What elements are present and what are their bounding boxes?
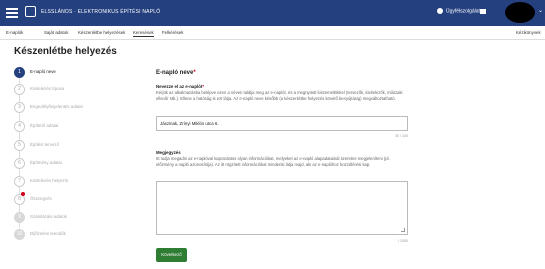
app-logo-icon [25,6,36,17]
step-label: Összegzés [30,196,52,201]
step-label: Engedély/bejelentés adatai [30,104,83,109]
next-button[interactable]: Következő [156,248,187,262]
note-textarea[interactable] [156,181,408,235]
step-label: Kivitelezés típusa [30,86,65,91]
subnav-item-keszenletbe[interactable]: Készenlétbe helyezések [78,30,125,35]
top-bar: ELSSLÁNOS · ELEKTRONIKUS ÉPÍTÉSI NAPLÓ Ü… [0,0,545,26]
step-label: Díjfizetési teendők [30,231,66,236]
subnav-item-enaplok[interactable]: E-naplók [6,30,23,35]
sub-navigation: E-naplók Saját adatok Készenlétbe helyez… [0,26,545,40]
required-marker: * [193,70,196,76]
name-field-help: Kérjük az alkalmazásba belépve ezen a né… [156,90,403,101]
step-number: 1 [14,67,25,78]
warning-icon [21,192,25,196]
subnav-item-felkeresek[interactable]: Felkérések [162,30,183,35]
step-number: 4 [14,121,25,132]
step-label: Kivitelezés helyszín [30,178,69,183]
step-label: E-napló neve [30,69,56,74]
subnav-item-keresesek[interactable]: Keresések [133,30,154,37]
step-label: Építmény adatai [30,160,62,165]
support-label: Ügyfélszolgálat [446,8,480,15]
notification-icon[interactable] [480,9,486,14]
name-field-label: Nevezze el az e-naplót* [156,84,205,89]
step-number: 5 [14,140,25,151]
note-field-label: Megjegyzés [156,150,181,155]
steps-connector [19,78,20,228]
enaplo-name-input[interactable] [156,116,408,131]
step-label: Építési tervező [30,142,60,147]
step-label: Számlázási adatok [30,214,67,219]
app-title[interactable]: ELSSLÁNOS · ELEKTRONIKUS ÉPÍTÉSI NAPLÓ [41,9,160,15]
resize-handle-icon[interactable] [401,228,405,232]
subnav-item-kezikonyvek[interactable]: Kézikönyvek [516,30,541,35]
step-number: 9 [14,212,25,223]
menu-icon[interactable] [5,6,19,20]
section-title: E-napló neve* [156,70,196,76]
support-link[interactable]: Ügyfélszolgálat [437,8,480,14]
required-marker: * [202,84,205,89]
chevron-down-icon[interactable]: ⌄ [538,7,543,14]
step-number: 10 [14,229,25,240]
step-number: 3 [14,102,25,113]
subnav-item-sajat-adatok[interactable]: Saját adatok [44,30,68,35]
name-char-counter: 30 / 100 [395,134,408,138]
step-number: 2 [14,84,25,95]
help-icon [437,8,443,14]
step-label: Építtető adatai [30,123,59,128]
note-char-counter: / 1000 [398,239,408,243]
step-number: 6 [14,158,25,169]
page-title: Készenlétbe helyezés [14,46,117,57]
note-field-help: Itt tudja megadni az e-naplóval kapcsola… [156,156,390,167]
step-number: 7 [14,176,25,187]
avatar[interactable] [505,2,535,23]
